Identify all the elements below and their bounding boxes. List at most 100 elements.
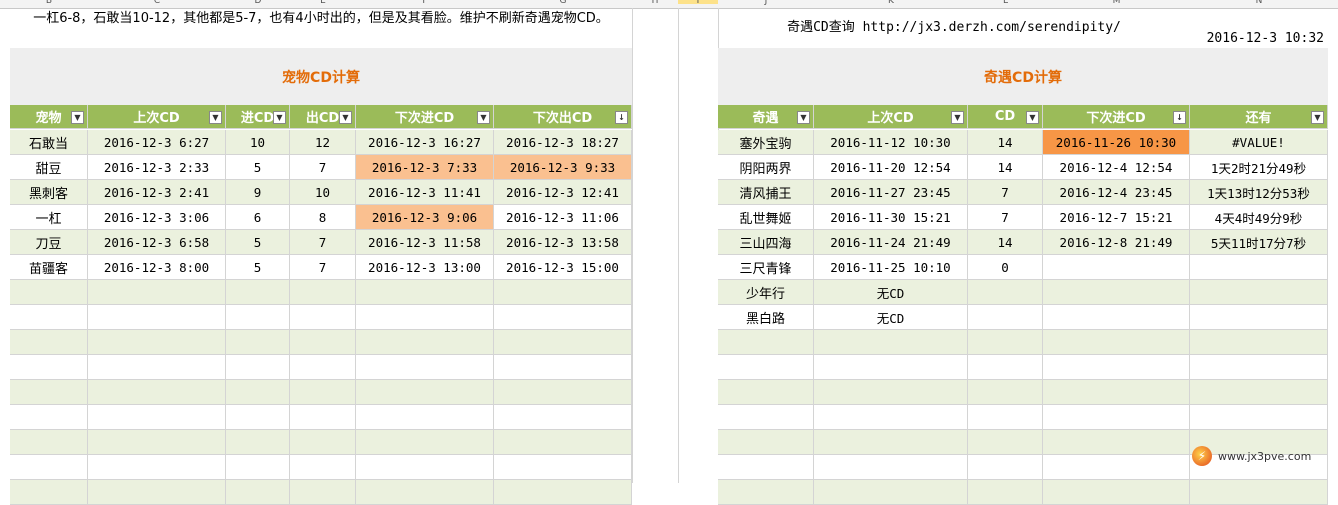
empty-cell[interactable]: [814, 455, 968, 480]
pet-cell[interactable]: 5: [226, 255, 290, 280]
filter-dropdown-icon[interactable]: ▼: [1311, 111, 1324, 124]
empty-cell[interactable]: [10, 330, 88, 355]
serendipity-cell[interactable]: 清风捕王: [718, 180, 814, 205]
serendipity-cell[interactable]: 14: [968, 155, 1043, 180]
col-C[interactable]: C: [88, 0, 226, 6]
pet-cell[interactable]: 2016-12-3 6:58: [88, 230, 226, 255]
empty-cell[interactable]: [814, 430, 968, 455]
empty-cell[interactable]: [1043, 480, 1190, 505]
empty-cell[interactable]: [494, 455, 632, 480]
pet-cell[interactable]: 6: [226, 205, 290, 230]
empty-cell[interactable]: [290, 330, 356, 355]
empty-cell[interactable]: [968, 355, 1043, 380]
empty-cell[interactable]: [356, 355, 494, 380]
pet-cell[interactable]: 2016-12-3 9:06: [356, 205, 494, 230]
pet-cell[interactable]: 8: [290, 205, 356, 230]
pet-cell[interactable]: 2016-12-3 12:41: [494, 180, 632, 205]
empty-cell[interactable]: [88, 280, 226, 305]
serendipity-cell[interactable]: 阴阳两界: [718, 155, 814, 180]
empty-cell[interactable]: [1043, 405, 1190, 430]
serendipity-cell[interactable]: 2016-12-4 12:54: [1043, 155, 1190, 180]
pet-cell[interactable]: 10: [290, 180, 356, 205]
empty-cell[interactable]: [356, 280, 494, 305]
empty-cell[interactable]: [494, 430, 632, 455]
col-L[interactable]: L: [968, 0, 1043, 6]
serendipity-cell[interactable]: 7: [968, 205, 1043, 230]
pet-cell[interactable]: 7: [290, 230, 356, 255]
empty-cell[interactable]: [718, 480, 814, 505]
serendipity-cell[interactable]: 三山四海: [718, 230, 814, 255]
filter-dropdown-icon[interactable]: ▼: [273, 111, 286, 124]
empty-cell[interactable]: [226, 280, 290, 305]
empty-cell[interactable]: [718, 430, 814, 455]
empty-cell[interactable]: [814, 480, 968, 505]
serendipity-cell[interactable]: 1天2时21分49秒: [1190, 155, 1328, 180]
empty-cell[interactable]: [718, 380, 814, 405]
serendipity-cell[interactable]: #VALUE!: [1190, 130, 1328, 155]
serendipity-cell[interactable]: 0: [968, 255, 1043, 280]
pet-cell[interactable]: 5: [226, 230, 290, 255]
empty-cell[interactable]: [290, 355, 356, 380]
empty-cell[interactable]: [494, 380, 632, 405]
col-D[interactable]: D: [226, 0, 290, 6]
empty-cell[interactable]: [10, 355, 88, 380]
serendipity-cell[interactable]: 2016-12-4 23:45: [1043, 180, 1190, 205]
pet-cell[interactable]: 9: [226, 180, 290, 205]
empty-cell[interactable]: [88, 330, 226, 355]
empty-cell[interactable]: [290, 455, 356, 480]
serendipity-cell[interactable]: 无CD: [814, 280, 968, 305]
serendipity-cell[interactable]: [1190, 255, 1328, 280]
empty-cell[interactable]: [494, 330, 632, 355]
empty-cell[interactable]: [1043, 330, 1190, 355]
empty-cell[interactable]: [356, 455, 494, 480]
empty-cell[interactable]: [88, 480, 226, 505]
pet-cell[interactable]: 2016-12-3 2:33: [88, 155, 226, 180]
col-G[interactable]: G: [494, 0, 632, 6]
empty-cell[interactable]: [494, 355, 632, 380]
serendipity-cell[interactable]: 无CD: [814, 305, 968, 330]
empty-cell[interactable]: [290, 480, 356, 505]
empty-cell[interactable]: [10, 280, 88, 305]
col-B[interactable]: B: [10, 0, 88, 6]
serendipity-cell[interactable]: 三尺青锋: [718, 255, 814, 280]
pet-cell[interactable]: 2016-12-3 13:58: [494, 230, 632, 255]
empty-cell[interactable]: [814, 380, 968, 405]
pet-cell[interactable]: 2016-12-3 16:27: [356, 130, 494, 155]
pet-cell[interactable]: 2016-12-3 11:58: [356, 230, 494, 255]
empty-cell[interactable]: [494, 480, 632, 505]
serendipity-cell[interactable]: 4天4时49分9秒: [1190, 205, 1328, 230]
serendipity-cell[interactable]: 2016-11-27 23:45: [814, 180, 968, 205]
empty-cell[interactable]: [1190, 380, 1328, 405]
serendipity-query-link[interactable]: 奇遇CD查询 http://jx3.derzh.com/serendipity/: [718, 8, 1190, 48]
filter-dropdown-icon[interactable]: ▼: [797, 111, 810, 124]
empty-cell[interactable]: [356, 305, 494, 330]
pet-cell[interactable]: 2016-12-3 11:41: [356, 180, 494, 205]
empty-cell[interactable]: [226, 480, 290, 505]
empty-cell[interactable]: [718, 355, 814, 380]
pet-cell[interactable]: 7: [290, 255, 356, 280]
sort-filter-icon[interactable]: ↓: [1173, 111, 1186, 124]
serendipity-cell[interactable]: 少年行: [718, 280, 814, 305]
serendipity-cell[interactable]: 2016-12-7 15:21: [1043, 205, 1190, 230]
empty-cell[interactable]: [356, 430, 494, 455]
empty-cell[interactable]: [88, 355, 226, 380]
empty-cell[interactable]: [10, 480, 88, 505]
empty-cell[interactable]: [356, 380, 494, 405]
empty-cell[interactable]: [88, 380, 226, 405]
empty-cell[interactable]: [814, 355, 968, 380]
serendipity-cell[interactable]: [1190, 280, 1328, 305]
serendipity-cell[interactable]: 2016-11-24 21:49: [814, 230, 968, 255]
serendipity-cell[interactable]: 2016-12-8 21:49: [1043, 230, 1190, 255]
filter-dropdown-icon[interactable]: ▼: [477, 111, 490, 124]
empty-cell[interactable]: [290, 280, 356, 305]
empty-cell[interactable]: [1190, 355, 1328, 380]
serendipity-cell[interactable]: [1043, 255, 1190, 280]
col-H[interactable]: H: [632, 0, 678, 6]
empty-cell[interactable]: [226, 330, 290, 355]
empty-cell[interactable]: [1043, 455, 1190, 480]
sort-filter-icon[interactable]: ↓: [615, 111, 628, 124]
pet-cell[interactable]: 2016-12-3 6:27: [88, 130, 226, 155]
empty-cell[interactable]: [968, 405, 1043, 430]
pet-cell[interactable]: 2016-12-3 11:06: [494, 205, 632, 230]
empty-cell[interactable]: [10, 430, 88, 455]
